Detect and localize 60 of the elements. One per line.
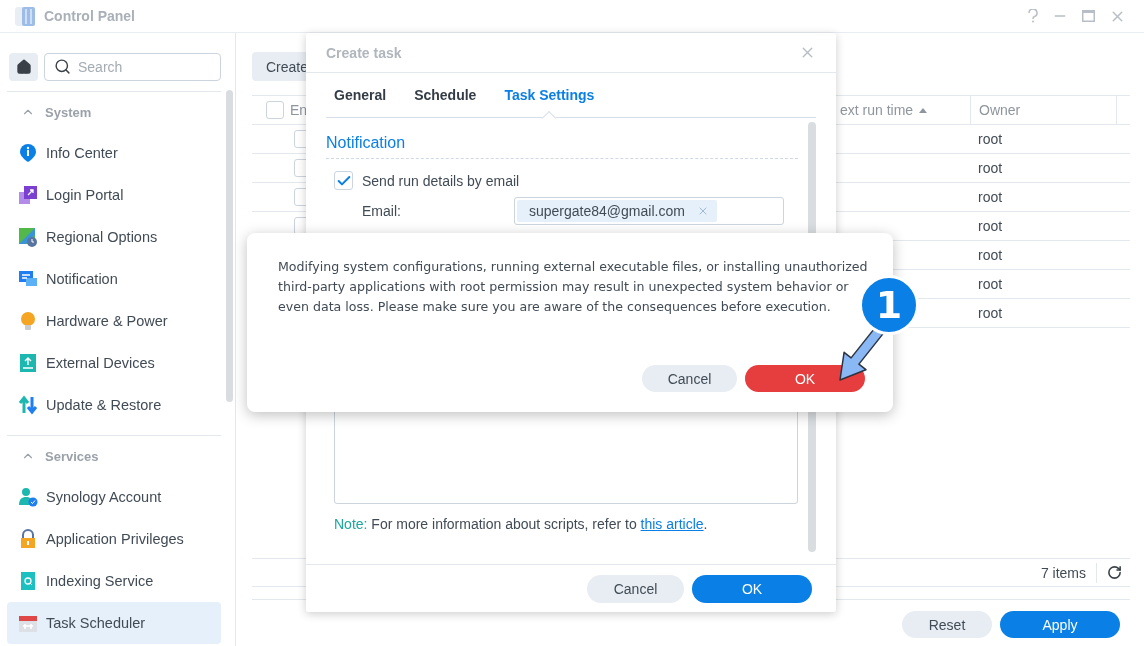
checkbox[interactable] xyxy=(266,101,284,119)
tab[interactable]: Schedule xyxy=(414,73,477,117)
sidebar-item[interactable]: Synology Account xyxy=(7,476,221,518)
note-text: Note: For more information about scripts, refer to this article. xyxy=(334,516,709,532)
calendar-icon xyxy=(18,613,38,633)
sidebar-item[interactable]: Hardware & Power xyxy=(7,300,221,342)
table-cell-text: root xyxy=(977,276,1004,292)
checkbox-label: Send run details by email xyxy=(362,172,520,189)
sidebar-item[interactable]: Task Scheduler xyxy=(7,602,221,644)
ok-button[interactable]: OK xyxy=(692,574,812,603)
maximize-icon[interactable] xyxy=(1082,10,1095,22)
chat-icon xyxy=(18,269,38,289)
sidebar-item[interactable]: Notification xyxy=(7,258,221,300)
field-label: Email: xyxy=(362,203,402,219)
squares-icon xyxy=(18,185,38,205)
sidebar-item[interactable]: External Devices xyxy=(7,342,221,384)
sidebar-item[interactable]: Login Portal xyxy=(7,174,221,216)
reset-button[interactable]: Reset xyxy=(902,611,992,638)
pin-icon xyxy=(18,143,38,163)
tab[interactable]: General xyxy=(334,73,387,117)
bulb-icon xyxy=(18,311,38,331)
sidebar-item[interactable]: Application Privileges xyxy=(7,518,221,560)
table-cell-text: root xyxy=(977,160,1004,176)
ok-button[interactable]: OK xyxy=(745,365,865,392)
home-icon xyxy=(15,59,32,75)
map-clock-icon xyxy=(18,227,38,247)
table-cell-text: root xyxy=(977,247,1004,263)
window-title: Control Panel xyxy=(44,8,136,24)
search-field[interactable]: Search xyxy=(44,53,221,81)
scrollbar[interactable] xyxy=(226,90,233,402)
item-count: 7 items xyxy=(1040,564,1086,581)
section-title: Notification xyxy=(326,122,798,159)
document-search-icon xyxy=(18,571,38,591)
cancel-button[interactable]: Cancel xyxy=(642,365,737,392)
app-icon xyxy=(14,5,36,27)
table-cell-text: root xyxy=(977,189,1004,205)
sidebar-item[interactable]: Info Center xyxy=(7,132,221,174)
sidebar-item[interactable]: Indexing Service xyxy=(7,560,221,602)
table-cell-text: root xyxy=(977,305,1004,321)
cancel-button[interactable]: Cancel xyxy=(587,574,684,603)
table-cell-text: root xyxy=(977,131,1004,147)
email-address: supergate84@gmail.com xyxy=(529,203,685,219)
sidebar-item[interactable]: Update & Restore xyxy=(7,384,221,426)
sidebar-item[interactable]: Regional Options xyxy=(7,216,221,258)
help-icon[interactable] xyxy=(1028,9,1038,23)
lock-icon xyxy=(18,529,38,549)
section-title: System xyxy=(45,104,92,120)
article-link[interactable]: this article xyxy=(640,516,704,532)
home-button[interactable] xyxy=(9,53,38,81)
refresh-icon[interactable] xyxy=(1107,565,1122,580)
section-title: Services xyxy=(45,448,99,464)
arrows-icon xyxy=(18,395,38,415)
user-icon xyxy=(18,487,38,507)
upload-icon xyxy=(18,353,38,373)
checkbox[interactable] xyxy=(334,171,353,190)
dialog-title: Create task xyxy=(326,44,402,61)
apply-button[interactable]: Apply xyxy=(1000,611,1120,638)
table-cell-text: root xyxy=(977,218,1004,234)
email-field[interactable]: supergate84@gmail.com xyxy=(514,197,784,225)
search-icon xyxy=(54,58,71,75)
